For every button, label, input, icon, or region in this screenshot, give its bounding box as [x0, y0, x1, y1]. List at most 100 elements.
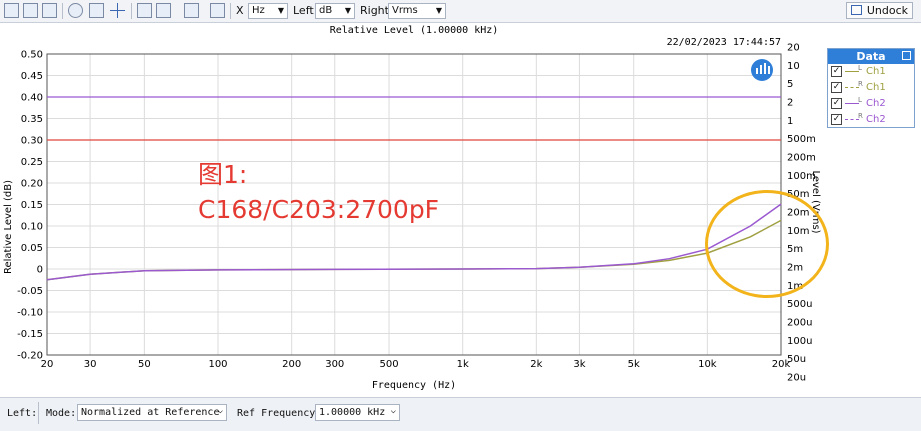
status-bar: Left: Mode: Normalized at Reference ⌵ Ref…: [0, 397, 921, 431]
data-item-ch2-l[interactable]: ✓ L Ch2: [828, 96, 914, 112]
y-right-tick-label: 2: [787, 98, 793, 109]
channel-side: R: [858, 112, 863, 120]
x-tick-label: 3k: [573, 359, 585, 370]
ref-frequency-label: Ref Frequency:: [237, 408, 322, 419]
chevron-down-icon: ▼: [277, 6, 284, 15]
y-left-tick-label: 0: [37, 265, 43, 276]
x-tick-label: 200: [282, 359, 301, 370]
channel-side: L: [858, 64, 862, 72]
data-item-label: Ch1: [866, 82, 886, 93]
x-tick-label: 10k: [698, 359, 717, 370]
highlight-circle: [705, 190, 829, 298]
data-item-checkbox[interactable]: ✓: [831, 66, 842, 77]
toolbar: X Hz ▼ Left dB ▼ Right Vrms ▼ Undock: [0, 0, 921, 23]
right-unit-select[interactable]: Vrms ▼: [388, 3, 446, 19]
annotation-line-2: C168/C203:2700pF: [198, 195, 440, 224]
mode-select[interactable]: Normalized at Reference ⌵: [77, 404, 227, 421]
series-swatch: [845, 103, 859, 104]
x-tick-label: 2k: [530, 359, 542, 370]
cursor-icon[interactable]: [110, 3, 125, 18]
y-right-tick-label: 100u: [787, 336, 812, 347]
y-left-tick-label: 0.15: [21, 200, 43, 211]
zoom-icon[interactable]: [68, 3, 83, 18]
undock-icon: [850, 5, 862, 15]
data-item-label: Ch2: [866, 98, 886, 109]
data-item-label: Ch2: [866, 114, 886, 125]
left-unit-select[interactable]: dB ▼: [315, 3, 355, 19]
panel-icon[interactable]: [137, 3, 152, 18]
series-swatch: [845, 71, 859, 72]
undock-button[interactable]: Undock: [845, 2, 913, 19]
copy-icon[interactable]: [23, 3, 38, 18]
data-item-ch1-r[interactable]: ✓ R Ch1: [828, 80, 914, 96]
mode-value: Normalized at Reference: [81, 407, 220, 418]
y-right-tick-label: 20: [787, 43, 800, 54]
pin-icon[interactable]: [902, 51, 911, 60]
toolbar-separator: [62, 3, 63, 19]
scale-icon[interactable]: [184, 3, 199, 18]
x-ticks: 20 30 50 100 200 300 500 1k 2k 3k 5k 10k 20k: [41, 359, 791, 370]
undock-label: Undock: [866, 4, 908, 17]
ref-frequency-select[interactable]: 1.00000 kHz ⌵: [315, 404, 400, 421]
y-left-ticks: 0.50 0.45 0.40 0.35 0.30 0.25 0.20 0.15 0.10 0.05…: [17, 50, 43, 362]
y-left-tick-label: 0.50: [21, 50, 43, 61]
x-tick-label: 20k: [772, 359, 791, 370]
fit-icon[interactable]: [89, 3, 104, 18]
status-left-label: Left:: [7, 408, 38, 419]
y-left-axis-title: Relative Level (dB): [3, 180, 14, 274]
channel-side: R: [858, 80, 863, 88]
y-left-tick-label: -0.10: [17, 308, 43, 319]
y-left-tick-label: 0.10: [21, 222, 43, 233]
print-icon[interactable]: [42, 3, 57, 18]
y-left-tick-label: -0.05: [17, 286, 43, 297]
left-axis-label: Left: [293, 4, 314, 17]
export-icon[interactable]: [210, 3, 225, 18]
data-item-checkbox[interactable]: ✓: [831, 82, 842, 93]
y-left-tick-label: 0.30: [21, 136, 43, 147]
x-axis-label: X: [236, 4, 244, 17]
logo-icon: [751, 59, 773, 81]
chevron-down-icon: ⌵: [390, 406, 396, 416]
chevron-down-icon: ▼: [344, 6, 351, 15]
x-tick-label: 30: [84, 359, 97, 370]
x-tick-label: 100: [208, 359, 227, 370]
left-unit-value: dB: [319, 5, 333, 16]
data-item-ch2-r[interactable]: ✓ R Ch2: [828, 112, 914, 128]
y-left-tick-label: 0.45: [21, 71, 43, 82]
x-axis-title: Frequency (Hz): [372, 380, 456, 391]
data-item-checkbox[interactable]: ✓: [831, 114, 842, 125]
mode-label: Mode:: [46, 408, 77, 419]
data-item-checkbox[interactable]: ✓: [831, 98, 842, 109]
x-unit-select[interactable]: Hz ▼: [248, 3, 288, 19]
chevron-down-icon: ⌵: [217, 406, 223, 416]
y-right-tick-label: 10: [787, 61, 800, 72]
graph-options-icon[interactable]: [156, 3, 171, 18]
y-left-tick-label: 0.35: [21, 114, 43, 125]
right-unit-value: Vrms: [392, 5, 418, 16]
status-separator: [38, 402, 39, 424]
y-left-tick-label: 0.40: [21, 93, 43, 104]
y-right-tick-label: 500m: [787, 134, 816, 145]
y-right-tick-label: 20u: [787, 373, 806, 384]
y-left-tick-label: 0.25: [21, 157, 43, 168]
toolbar-separator: [230, 3, 231, 19]
data-panel: Data ✓ L Ch1 ✓ R Ch1 ✓ L Ch2 ✓ R Ch2: [827, 48, 915, 128]
annotation-line-1: 图1:: [198, 160, 248, 189]
data-item-ch1-l[interactable]: ✓ L Ch1: [828, 64, 914, 80]
y-right-tick-label: 200u: [787, 318, 812, 329]
ref-frequency-value: 1.00000 kHz: [319, 407, 386, 418]
toolbar-separator: [131, 3, 132, 19]
x-tick-label: 500: [379, 359, 398, 370]
x-tick-label: 50: [138, 359, 151, 370]
y-right-tick-label: 500u: [787, 299, 812, 310]
x-tick-label: 20: [41, 359, 54, 370]
right-axis-label: Right: [360, 4, 389, 17]
x-tick-label: 1k: [457, 359, 469, 370]
channel-side: L: [858, 96, 862, 104]
y-left-tick-label: 0.20: [21, 179, 43, 190]
x-tick-label: 5k: [628, 359, 640, 370]
series-swatch: [845, 119, 859, 120]
save-icon[interactable]: [4, 3, 19, 18]
y-right-tick-label: 200m: [787, 153, 816, 164]
chart-timestamp: 22/02/2023 17:44:57: [667, 37, 781, 48]
